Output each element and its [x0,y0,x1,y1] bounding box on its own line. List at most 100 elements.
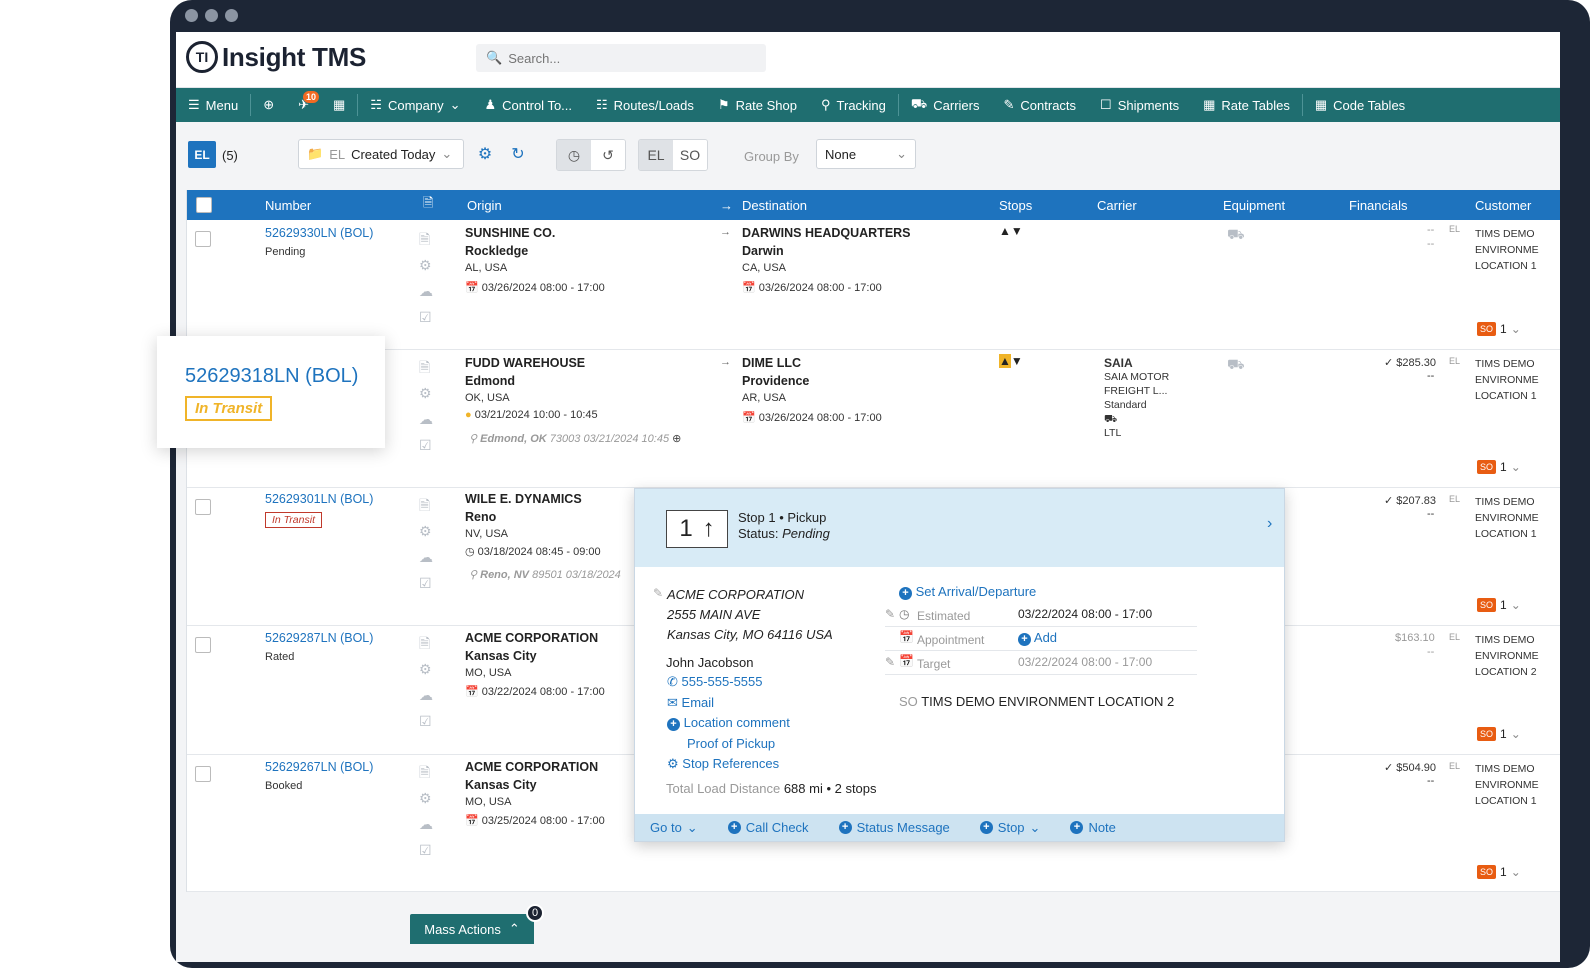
so-selector[interactable]: SO 1 ⌄ [1477,865,1521,879]
seg-el[interactable]: EL [639,140,673,170]
filter-settings-icon[interactable]: ⚙ [473,142,497,166]
nav-rate-shop-label: Rate Shop [735,97,797,113]
nav-contracts-label: Contracts [1020,97,1077,113]
table-row[interactable]: 52629330LN (BOL) Pending 🗎 ⚙ ☁ ☑ SUNSHINE C… [187,220,1560,350]
nav-shipments-label: Shipments [1117,97,1180,113]
search-box[interactable]: 🔍 [476,44,766,72]
load-number-link[interactable]: 52629287LN (BOL) [265,631,373,645]
so-selector[interactable]: SO 1 ⌄ [1477,598,1521,612]
refresh-icon[interactable]: ↻ [506,142,530,166]
col-number[interactable]: Number [265,198,311,213]
col-equipment[interactable]: Equipment [1223,198,1285,213]
nav-rate-tables[interactable]: ▦ Rate Tables [1191,88,1302,122]
el-tag[interactable]: EL [188,141,216,168]
origin-date: 03/26/2024 08:00 - 17:00 [481,282,605,294]
col-customer[interactable]: Customer [1475,198,1531,213]
load-number-link[interactable]: 52629330LN (BOL) [265,226,373,240]
nav-tracking[interactable]: ⚲ Tracking [809,88,898,122]
row-checkbox[interactable] [195,231,211,247]
tracking-location: Edmond, OK [480,433,547,445]
appointment-label: Appointment [917,633,985,647]
row-action-icons[interactable]: 🗎 ⚙ ☁ ☑ [419,630,433,734]
status-label: Status: [738,526,779,541]
stop-references-link[interactable]: ⚙ Stop References [667,754,790,775]
so-selector[interactable]: SO 1 ⌄ [1477,727,1521,741]
nav-contracts[interactable]: ✎ Contracts [992,88,1089,122]
goto-menu[interactable]: Go to ⌄ [635,820,713,836]
row-checkbox[interactable] [195,499,211,515]
alerts-button[interactable]: ✈ 10 [286,88,321,122]
add-button[interactable]: ⊕ [251,88,286,122]
group-by-select[interactable]: None ⌄ [816,139,916,169]
chevron-right-icon[interactable]: › [1267,515,1272,533]
nav-control-tower[interactable]: ♟ Control To... [473,88,585,122]
col-carrier[interactable]: Carrier [1097,198,1137,213]
proof-of-pickup-link[interactable]: Proof of Pickup [667,734,790,755]
row-checkbox[interactable] [195,637,211,653]
phone-link[interactable]: ✆ 555-555-5555 [667,672,790,693]
pencil-icon[interactable]: ✎ [885,607,895,621]
row-action-icons[interactable]: 🗎 ⚙ ☁ ☑ [419,226,433,330]
filter-dropdown[interactable]: 📁 EL Created Today ⌄ [298,139,464,169]
nav-company[interactable]: ☵ Company ⌄ [358,88,472,122]
stops-icons[interactable]: ▲▼ [999,224,1023,238]
calendar-icon: 📅 [465,282,479,294]
load-number-link[interactable]: 52629267LN (BOL) [265,760,373,774]
callout-load-number[interactable]: 52629318LN (BOL) [185,365,358,388]
col-financials[interactable]: Financials [1349,198,1408,213]
nav-code-tables[interactable]: ▦ Code Tables [1303,88,1417,122]
pencil-icon[interactable]: ✎ [653,586,663,600]
search-input[interactable] [508,50,749,66]
load-status: Booked [265,780,303,792]
call-check-button[interactable]: + Call Check [713,820,824,835]
add-circle-icon[interactable]: ⊕ [672,433,681,445]
table-icon: ▦ [1314,97,1328,112]
tracking-detail: 89501 03/18/2024 [532,569,621,581]
app-logo[interactable]: TI Insight TMS [186,41,366,73]
row-action-icons[interactable]: 🗎 ⚙ ☁ ☑ [419,492,433,596]
stop-title: Stop 1 • Pickup [738,510,827,525]
location-comment-link[interactable]: + Location comment [667,713,790,734]
row-checkbox[interactable] [195,766,211,782]
nav-routes-loads[interactable]: ☷ Routes/Loads [584,88,706,122]
stop-menu-button[interactable]: + Stop ⌄ [965,820,1056,836]
origin-state: MO, USA [465,667,512,679]
financial-sub: -- [1427,775,1435,787]
status-message-button[interactable]: + Status Message [824,820,965,835]
row-action-icons[interactable]: 🗎 ⚙ ☁ ☑ [419,759,433,863]
col-origin[interactable]: Origin [467,198,502,213]
history-icon[interactable]: ↺ [591,140,625,170]
row-action-icons[interactable]: 🗎 ⚙ ☁ ☑ [419,354,433,458]
calculator-button[interactable]: ▦ [321,88,357,122]
note-button[interactable]: + Note [1055,820,1130,835]
target-value: 03/22/2024 08:00 - 17:00 [1018,655,1153,669]
load-number-link[interactable]: 52629301LN (BOL) [265,492,373,506]
box-icon: ☐ [1100,97,1112,112]
nav-rate-shop[interactable]: ⚑ Rate Shop [706,88,809,122]
chevron-down-icon: ⌄ [1029,819,1041,835]
col-destination[interactable]: Destination [742,198,807,213]
so-selector[interactable]: SO 1 ⌄ [1477,460,1521,474]
seg-so[interactable]: SO [673,140,707,170]
mass-actions-button[interactable]: Mass Actions ⌃ [410,914,534,944]
pencil-icon[interactable]: ✎ [885,655,895,669]
stops-icons[interactable]: ▲▼ [999,354,1023,368]
origin-state: MO, USA [465,796,512,808]
recent-icon[interactable]: ◷ [557,140,591,170]
nav-shipments[interactable]: ☐ Shipments [1088,88,1191,122]
col-stops[interactable]: Stops [999,198,1032,213]
group-by-value: None [825,146,857,162]
select-all-checkbox[interactable] [196,197,212,213]
menu-button[interactable]: ☰ Menu [176,88,250,122]
add-appointment-link[interactable]: + Add [1018,630,1057,646]
email-link[interactable]: ✉ Email [667,693,790,714]
add-icon: + [727,821,741,834]
table-row[interactable]: 🗎 ⚙ ☁ ☑ FUDD WAREHOUSE Edmond OK, USA ● 03/… [187,350,1560,488]
so-selector[interactable]: SO 1 ⌄ [1477,322,1521,336]
financial-total: ✓ $504.90 [1384,762,1437,774]
chevron-down-icon: ⌄ [1510,598,1521,612]
nav-carriers[interactable]: ⛟ Carriers [899,88,992,122]
financial-sub: -- [1427,646,1435,658]
clock-icon: ◷ [465,546,475,558]
set-arrival-link[interactable]: + Set Arrival/Departure [899,584,1036,600]
